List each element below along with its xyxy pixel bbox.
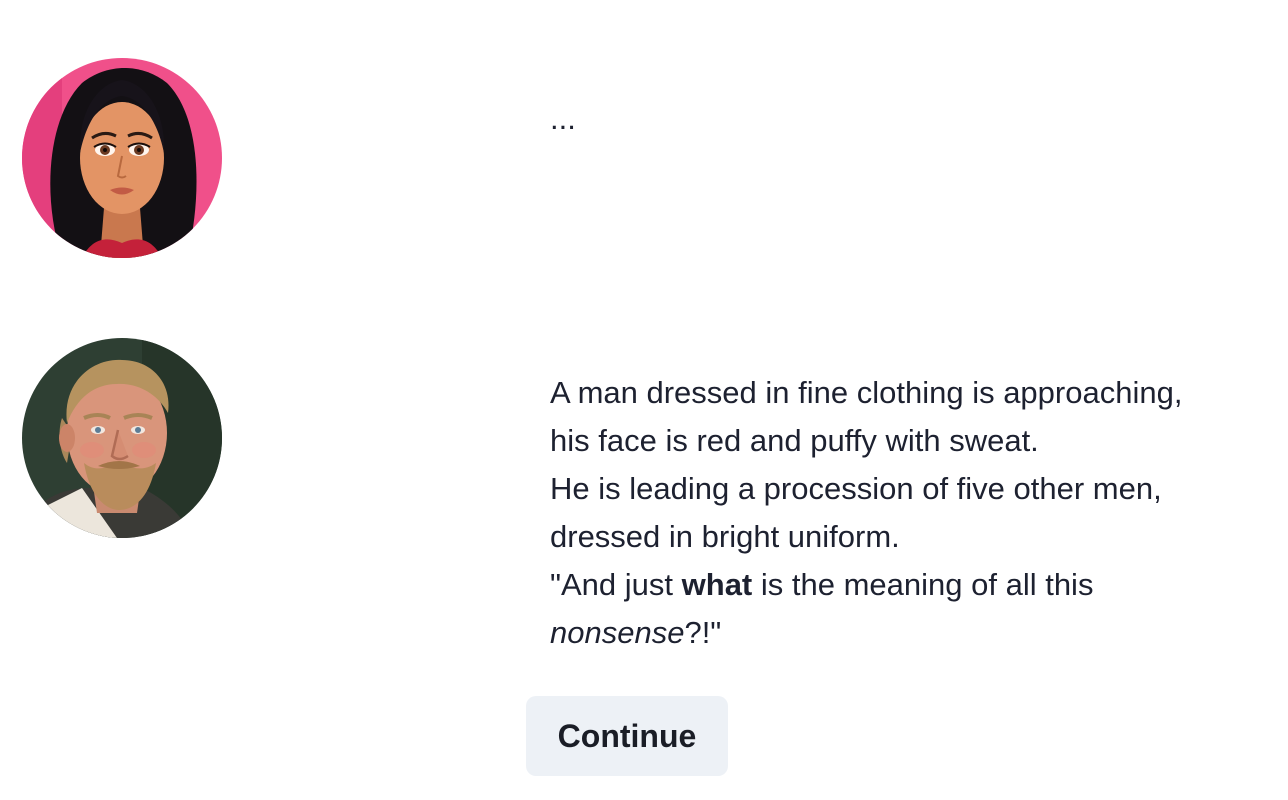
woman-portrait-icon [22, 58, 222, 258]
message-line: A man dressed in fine clothing is approa… [550, 375, 1183, 410]
message-line: He is leading a procession of five other… [550, 471, 1162, 506]
message-line: dressed in bright uniform. [550, 519, 900, 554]
message-line: his face is red and puffy with sweat. [550, 423, 1039, 458]
quote-text: is the meaning of all this [752, 567, 1094, 602]
continue-button[interactable]: Continue [526, 696, 728, 776]
story-screen: ... A man dressed in fine clothing is ap… [0, 0, 1288, 800]
story-message: ... [550, 95, 1250, 143]
message-line: ... [550, 101, 576, 136]
quote-text: ?!" [684, 615, 722, 650]
quote-emphasis-bold: what [681, 567, 753, 602]
old-man-portrait-icon [22, 338, 222, 538]
story-message: A man dressed in fine clothing is approa… [550, 369, 1250, 657]
dialogue-quote-end: nonsense?!" [550, 609, 1250, 657]
quote-emphasis-italic: nonsense [550, 615, 685, 650]
dialogue-quote: "And just what is the meaning of all thi… [550, 561, 1250, 609]
quote-text: "And just [550, 567, 682, 602]
